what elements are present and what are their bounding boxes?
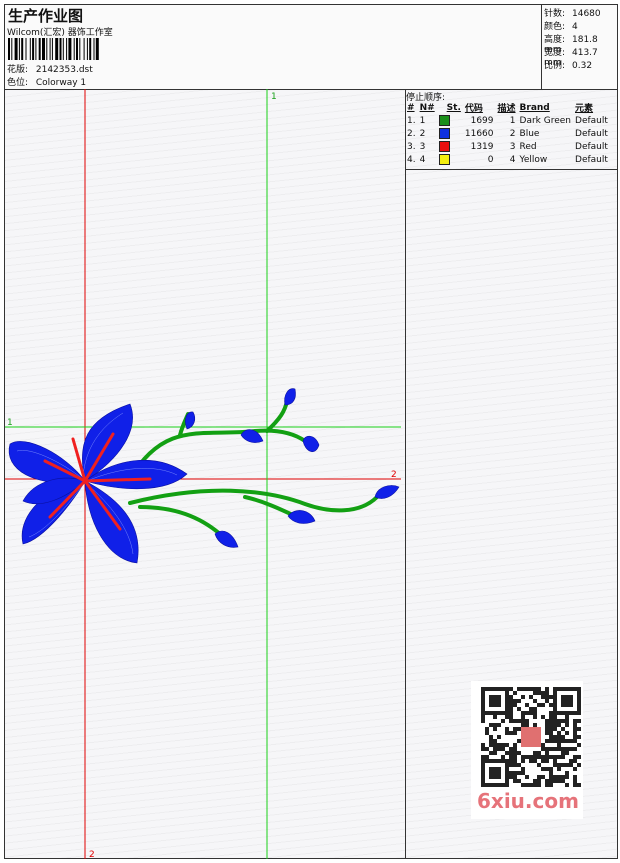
colorway-label: 色位: — [7, 78, 29, 88]
color-swatch — [437, 140, 463, 153]
stat-label: 高度: — [544, 35, 566, 45]
colorway-value: Colorway 1 — [35, 78, 87, 88]
needle-number: 4 — [419, 154, 426, 165]
pattern-label: 花版: — [7, 65, 29, 75]
table-row: 4. 4 0 4 Yellow Default — [405, 153, 610, 166]
stat-colors: 颜色: 4 — [544, 19, 578, 32]
watermark-brand: 6xiu.com — [477, 789, 579, 813]
color-description: Blue — [519, 128, 540, 139]
table-header-row: # N# St. 代码 描述 Brand 元素 — [405, 101, 610, 115]
qr-logo-seal — [521, 727, 541, 747]
col-header: # — [407, 102, 415, 113]
design-stats: 针数: 14680 颜色: 4 高度: 181.8 mm 宽度: 413.7 mm 比例… — [541, 5, 618, 89]
stat-stitches: 针数: 14680 — [544, 6, 601, 19]
needle-number: 1 — [419, 115, 426, 126]
pattern-row: 花版: 2142353.dst — [7, 62, 93, 75]
color-description: Dark Green — [519, 115, 572, 126]
color-swatch — [437, 127, 463, 140]
green-axis-label-top: 1 — [271, 92, 277, 102]
col-header: 代码 — [464, 104, 483, 114]
watermark-card: 6xiu.com — [471, 681, 583, 819]
stat-label: 比例: — [544, 61, 566, 71]
swatch-box — [438, 115, 450, 126]
thread-brand: Default — [575, 154, 608, 165]
stitch-count: 1319 — [470, 141, 494, 152]
stop-sequence-panel: 停止顺序: # N# St. 代码 描述 Brand 元素 1. 1 1699 1 Da… — [405, 89, 617, 170]
qr-code — [481, 687, 581, 787]
table-row: 3. 3 1319 3 Red Default — [405, 140, 610, 153]
colorway-row: 色位: Colorway 1 — [7, 75, 86, 88]
thread-brand: Default — [575, 128, 608, 139]
stitch-count: 11660 — [464, 128, 494, 139]
col-header: 描述 — [497, 104, 516, 114]
stat-value: 14680 — [572, 9, 601, 19]
page-title: 生产作业图 — [8, 7, 84, 25]
stitch-count: 0 — [487, 154, 494, 165]
red-axis-label-right: 2 — [391, 470, 397, 480]
color-code: 1 — [509, 115, 516, 126]
sheet-header: 生产作业图 Wilcom(汇宏) 器饰工作室 花版: 2142353.dst 色… — [5, 5, 617, 90]
row-number: 4. — [407, 154, 416, 165]
col-header: St. — [446, 102, 461, 113]
color-swatch — [437, 153, 463, 166]
needle-number: 2 — [419, 128, 426, 139]
swatch-box — [438, 154, 450, 165]
color-description: Red — [519, 141, 537, 152]
color-code: 2 — [509, 128, 516, 139]
flower-petals — [8, 403, 188, 564]
production-sheet: 生产作业图 Wilcom(汇宏) 器饰工作室 花版: 2142353.dst 色… — [4, 4, 618, 860]
swatch-box — [438, 128, 450, 139]
design-canvas: 1 1 2 2 — [5, 89, 406, 860]
color-swatch — [437, 114, 463, 127]
stat-value: 0.32 — [572, 61, 593, 71]
stat-label: 颜色: — [544, 22, 566, 32]
row-number: 1. — [407, 115, 416, 126]
thread-brand: Default — [575, 141, 608, 152]
flower-buds — [185, 388, 400, 548]
embroidery-preview: 1 1 2 2 — [5, 89, 401, 860]
col-header: Brand — [519, 102, 550, 113]
pattern-value: 2142353.dst — [35, 65, 93, 75]
col-header: 元素 — [575, 104, 594, 114]
thread-brand: Default — [575, 115, 608, 126]
needle-number: 3 — [419, 141, 426, 152]
red-axis-label-bottom: 2 — [89, 850, 95, 859]
swatch-box — [438, 141, 450, 152]
stat-value: 4 — [572, 22, 578, 32]
stat-scale: 比例: 0.32 — [544, 58, 592, 71]
table-row: 2. 2 11660 2 Blue Default — [405, 127, 610, 140]
stitch-count: 1699 — [470, 115, 494, 126]
stat-label: 宽度: — [544, 48, 566, 58]
studio-name: Wilcom(汇宏) 器饰工作室 — [7, 28, 113, 38]
color-code: 3 — [509, 141, 516, 152]
stat-label: 针数: — [544, 9, 566, 19]
color-code: 4 — [509, 154, 516, 165]
color-description: Yellow — [519, 154, 548, 165]
row-number: 2. — [407, 128, 416, 139]
row-number: 3. — [407, 141, 416, 152]
green-axis-label-left: 1 — [7, 418, 13, 428]
table-row: 1. 1 1699 1 Dark Green Default — [405, 114, 610, 127]
col-header: N# — [419, 102, 435, 113]
barcode — [8, 38, 99, 60]
stop-sequence-table: # N# St. 代码 描述 Brand 元素 1. 1 1699 1 Dark Gre… — [405, 101, 610, 166]
